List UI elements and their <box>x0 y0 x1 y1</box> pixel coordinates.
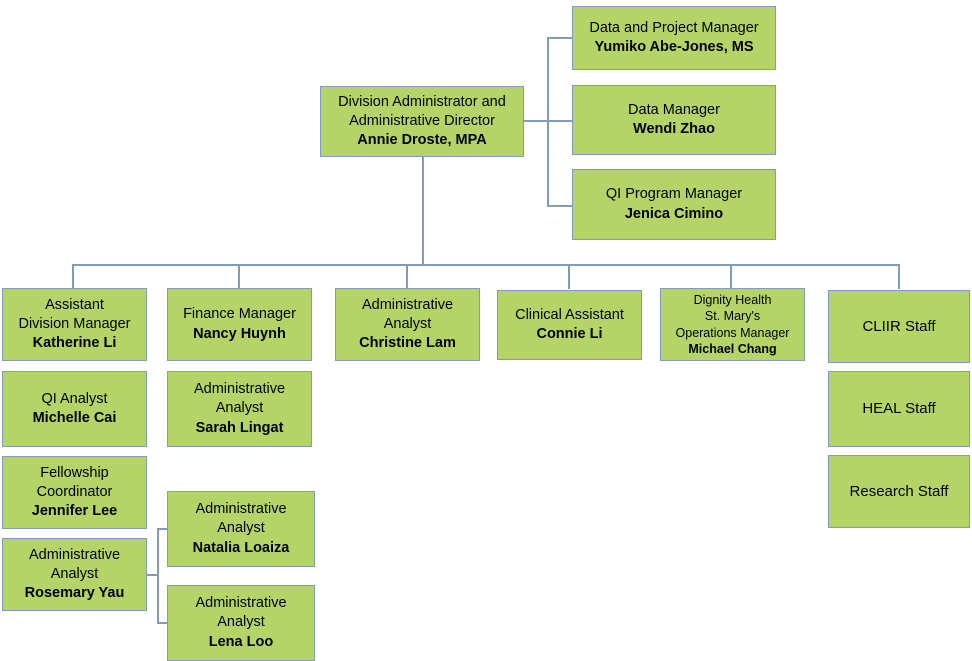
connector-rosemary-spine <box>157 528 159 624</box>
node-fellowship-coordinator[interactable]: Fellowship Coordinator Jennifer Lee <box>2 456 147 529</box>
node-title: Administrative Analyst <box>28 546 121 582</box>
node-title: Administrative Analyst <box>195 501 287 537</box>
node-heal-staff[interactable]: HEAL Staff <box>828 371 970 447</box>
node-title: Finance Manager <box>183 306 296 323</box>
node-title: Administrative Analyst <box>361 296 454 332</box>
connector-root-to-spine <box>524 120 549 122</box>
node-title: Assistant Division Manager <box>18 296 131 332</box>
node-person: Sarah Lingat <box>195 419 284 436</box>
connector-direct-reports-spine <box>547 37 549 207</box>
node-qi-program-manager[interactable]: QI Program Manager Jenica Cimino <box>572 169 776 240</box>
node-person: Annie Droste, MPA <box>357 132 487 149</box>
node-cliir-staff[interactable]: CLIIR Staff <box>828 290 970 363</box>
node-title: QI Analyst <box>41 390 108 407</box>
node-research-staff[interactable]: Research Staff <box>828 455 970 528</box>
node-person: Michael Chang <box>688 341 777 356</box>
connector-bus-to-clinical-assistant <box>568 264 570 289</box>
node-title: Fellowship Coordinator <box>36 464 113 500</box>
node-administrative-analyst-sarah-lingat[interactable]: Administrative Analyst Sarah Lingat <box>167 371 312 447</box>
node-title: Administrative Analyst <box>193 381 286 417</box>
node-data-manager[interactable]: Data Manager Wendi Zhao <box>572 85 776 155</box>
node-person: Yumiko Abe-Jones, MS <box>594 39 754 55</box>
node-person: Michelle Cai <box>32 410 117 426</box>
node-title: Data and Project Manager <box>589 19 759 36</box>
connector-bus-to-administrative-analyst <box>406 264 408 289</box>
node-administrative-analyst-lena-loo[interactable]: Administrative Analyst Lena Loo <box>167 585 315 661</box>
node-person: Christine Lam <box>359 335 456 352</box>
connector-bus-to-assistant-division-manager <box>72 264 74 289</box>
node-person: Connie Li <box>536 326 603 342</box>
node-title: Dignity Health St. Mary's Operations Man… <box>675 293 790 340</box>
connector-spine-to-data-project-manager <box>547 37 573 39</box>
connector-spine-to-data-manager <box>547 120 573 122</box>
node-administrative-analyst-natalia-loaiza[interactable]: Administrative Analyst Natalia Loaiza <box>167 491 315 567</box>
node-qi-analyst[interactable]: QI Analyst Michelle Cai <box>2 371 147 447</box>
connector-root-drop <box>422 157 424 265</box>
node-title: Division Administrator and Administrativ… <box>338 93 506 129</box>
node-title: Research Staff <box>849 482 949 500</box>
connector-bus-to-finance-manager <box>238 264 240 289</box>
node-person: Rosemary Yau <box>24 585 125 602</box>
node-person: Wendi Zhao <box>633 121 715 137</box>
node-person: Nancy Huynh <box>193 325 286 342</box>
node-person: Jenica Cimino <box>624 205 724 222</box>
node-administrative-analyst-rosemary-yau[interactable]: Administrative Analyst Rosemary Yau <box>2 538 147 611</box>
connector-bus-to-staff-groups <box>898 264 900 289</box>
node-title: Data Manager <box>628 101 720 118</box>
node-title: HEAL Staff <box>862 400 936 418</box>
node-person: Jennifer Lee <box>31 503 118 520</box>
connector-bus-to-operations-manager <box>730 264 732 289</box>
connector-spine-to-qi-program-manager <box>547 205 573 207</box>
node-administrative-analyst-christine-lam[interactable]: Administrative Analyst Christine Lam <box>335 288 480 361</box>
node-finance-manager[interactable]: Finance Manager Nancy Huynh <box>167 288 312 361</box>
node-operations-manager-michael-chang[interactable]: Dignity Health St. Mary's Operations Man… <box>660 288 805 361</box>
node-title: Administrative Analyst <box>195 595 287 631</box>
org-chart: Data and Project Manager Yumiko Abe-Jone… <box>0 0 972 661</box>
node-clinical-assistant[interactable]: Clinical Assistant Connie Li <box>497 290 642 360</box>
node-division-administrator[interactable]: Division Administrator and Administrativ… <box>320 86 524 157</box>
node-person: Lena Loo <box>208 633 274 650</box>
connector-main-bus <box>72 264 900 266</box>
node-title: CLIIR Staff <box>862 317 936 335</box>
node-person: Natalia Loaiza <box>192 539 290 556</box>
node-title: Clinical Assistant <box>515 306 624 323</box>
node-assistant-division-manager[interactable]: Assistant Division Manager Katherine Li <box>2 288 147 361</box>
node-data-and-project-manager[interactable]: Data and Project Manager Yumiko Abe-Jone… <box>572 6 776 70</box>
node-person: Katherine Li <box>32 335 117 352</box>
node-title: QI Program Manager <box>605 186 743 203</box>
